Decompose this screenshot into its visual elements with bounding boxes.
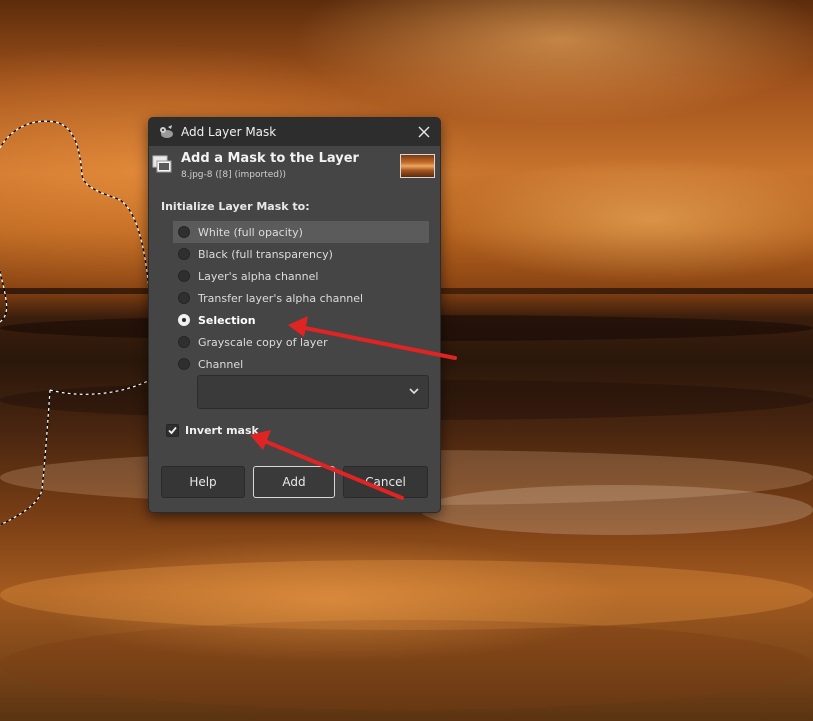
option-layer-alpha-channel[interactable]: Layer's alpha channel xyxy=(173,265,429,287)
checkmark-icon xyxy=(168,426,177,435)
radio-button[interactable] xyxy=(178,292,190,304)
gimp-wilber-icon xyxy=(160,125,173,138)
add-layer-mask-dialog: Add Layer Mask Add a Mask to the Layer 8… xyxy=(149,118,440,512)
dialog-header: Add a Mask to the Layer 8.jpg-8 ([8] (im… xyxy=(149,146,440,190)
invert-mask-checkbox[interactable] xyxy=(166,424,179,437)
radio-button[interactable] xyxy=(178,314,190,326)
radio-button[interactable] xyxy=(178,226,190,238)
radio-button[interactable] xyxy=(178,336,190,348)
layer-thumbnail xyxy=(400,154,435,178)
chevron-down-icon xyxy=(409,388,419,395)
option-label: Channel xyxy=(198,357,244,371)
header-title: Add a Mask to the Layer xyxy=(181,151,359,166)
water-glow xyxy=(0,520,813,721)
add-button[interactable]: Add xyxy=(253,466,335,498)
radio-button[interactable] xyxy=(178,248,190,260)
channel-dropdown[interactable] xyxy=(197,375,429,409)
invert-mask-checkbox-row[interactable]: Invert mask xyxy=(166,424,259,437)
option-transfer-alpha-channel[interactable]: Transfer layer's alpha channel xyxy=(173,287,429,309)
close-button[interactable] xyxy=(414,122,434,142)
option-black-full-transparency[interactable]: Black (full transparency) xyxy=(173,243,429,265)
option-label: White (full opacity) xyxy=(198,225,303,239)
option-label: Layer's alpha channel xyxy=(198,269,319,283)
close-icon xyxy=(418,126,430,138)
radio-button[interactable] xyxy=(178,270,190,282)
option-label: Transfer layer's alpha channel xyxy=(198,291,364,305)
section-label: Initialize Layer Mask to: xyxy=(161,200,310,213)
option-label: Selection xyxy=(198,313,256,327)
cancel-button[interactable]: Cancel xyxy=(343,466,428,498)
option-channel[interactable]: Channel xyxy=(173,353,429,375)
help-button[interactable]: Help xyxy=(161,466,245,498)
option-grayscale-copy[interactable]: Grayscale copy of layer xyxy=(173,331,429,353)
layer-mask-icon xyxy=(152,155,172,173)
dialog-title: Add Layer Mask xyxy=(181,125,277,139)
option-white-full-opacity[interactable]: White (full opacity) xyxy=(173,221,429,243)
invert-mask-label: Invert mask xyxy=(185,424,259,437)
mask-init-options: White (full opacity) Black (full transpa… xyxy=(173,221,429,375)
header-subtitle: 8.jpg-8 ([8] (imported)) xyxy=(181,170,286,180)
option-label: Grayscale copy of layer xyxy=(198,335,328,349)
option-selection[interactable]: Selection xyxy=(173,309,429,331)
radio-button[interactable] xyxy=(178,358,190,370)
option-label: Black (full transparency) xyxy=(198,247,333,261)
dialog-titlebar[interactable]: Add Layer Mask xyxy=(149,118,440,146)
